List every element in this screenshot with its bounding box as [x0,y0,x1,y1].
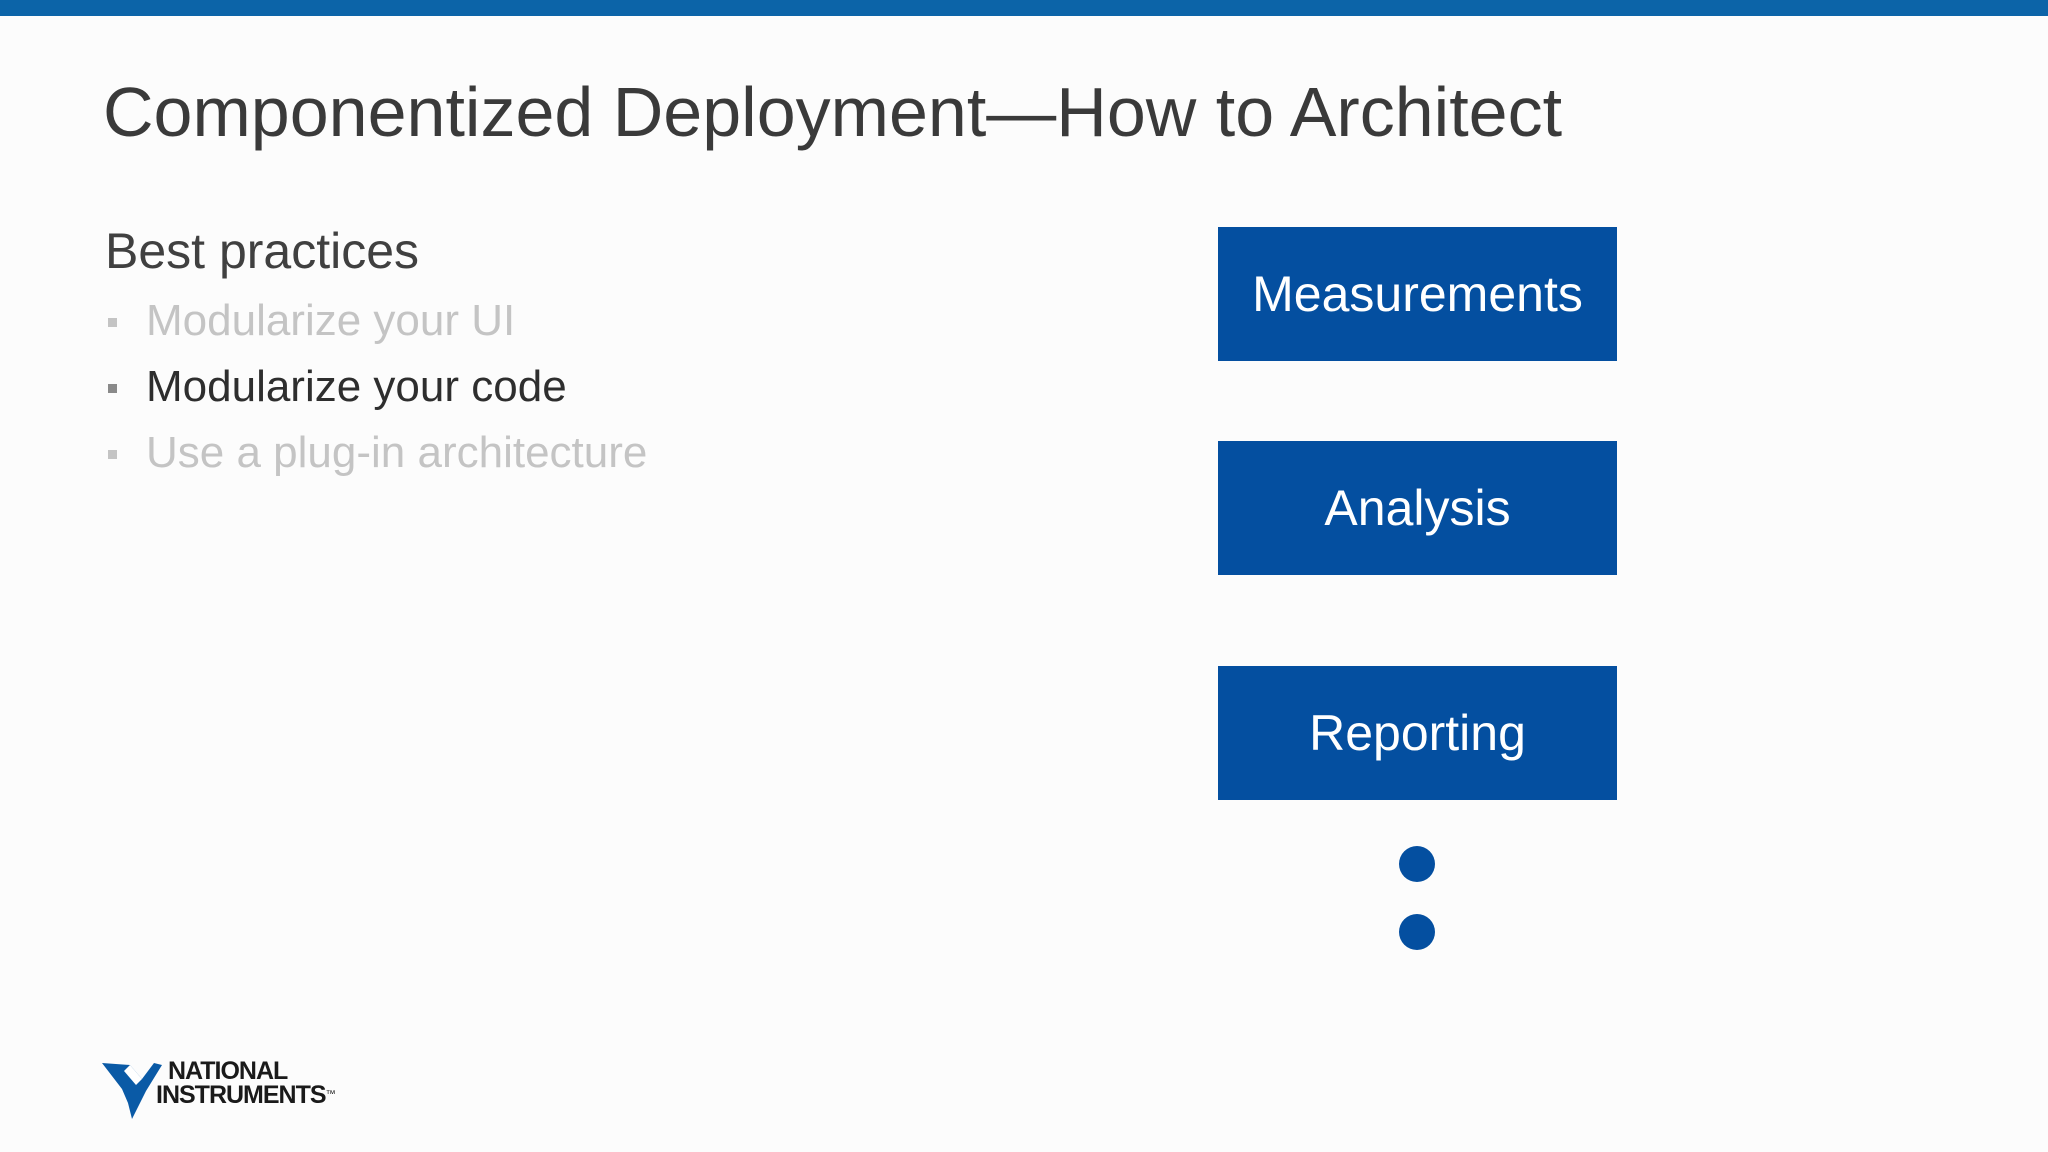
logo-line-instruments: INSTRUMENTS™ [156,1081,336,1109]
slide-title: Componentized Deployment—How to Architec… [103,73,1563,151]
component-box-analysis: Analysis [1218,441,1617,575]
logo-line-national: NATIONAL [168,1057,288,1085]
component-box-reporting: Reporting [1218,666,1617,800]
continuation-dot [1399,846,1435,882]
ni-eagle-logo-icon [102,1063,162,1119]
bullet-text: Modularize your code [146,362,567,411]
component-box-measurements: Measurements [1218,227,1617,361]
slide: Componentized Deployment—How to Architec… [0,0,2048,1152]
top-accent-bar [0,0,2048,16]
national-instruments-logo: NATIONAL INSTRUMENTS™ [102,1059,352,1121]
bullet-text: Use a plug-in architecture [146,428,648,477]
square-bullet-icon [108,384,117,393]
square-bullet-icon [108,318,117,327]
trademark-symbol: ™ [325,1089,336,1100]
square-bullet-icon [108,450,117,459]
logo-wordmark: NATIONAL INSTRUMENTS™ [156,1057,336,1109]
subheading: Best practices [105,223,420,279]
logo-line-instruments-text: INSTRUMENTS [156,1081,327,1109]
bullet-text: Modularize your UI [146,296,516,345]
continuation-dot [1399,914,1435,950]
